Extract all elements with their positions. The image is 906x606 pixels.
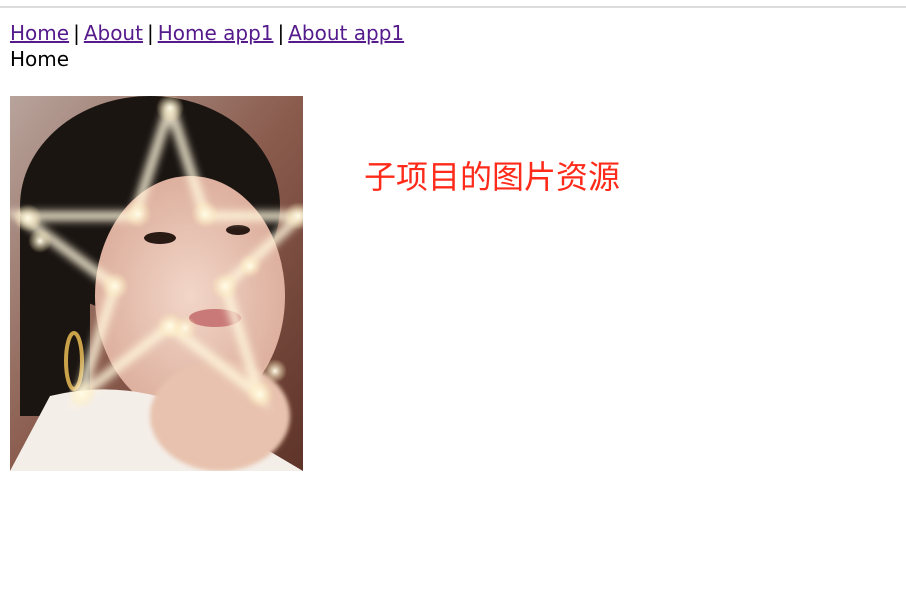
nav-separator: |	[146, 21, 154, 45]
top-nav: Home | About | Home app1 | About app1	[10, 20, 404, 46]
nav-link-about-app1[interactable]: About app1	[288, 21, 404, 45]
nav-link-about[interactable]: About	[84, 21, 143, 45]
photo-image	[10, 96, 303, 471]
top-divider	[0, 6, 906, 8]
nav-link-home[interactable]: Home	[10, 21, 69, 45]
page-title: Home	[10, 47, 70, 71]
image-caption: 子项目的图片资源	[364, 158, 621, 196]
nav-link-home-app1[interactable]: Home app1	[158, 21, 274, 45]
nav-separator: |	[73, 21, 80, 45]
nav-separator: |	[277, 21, 285, 45]
